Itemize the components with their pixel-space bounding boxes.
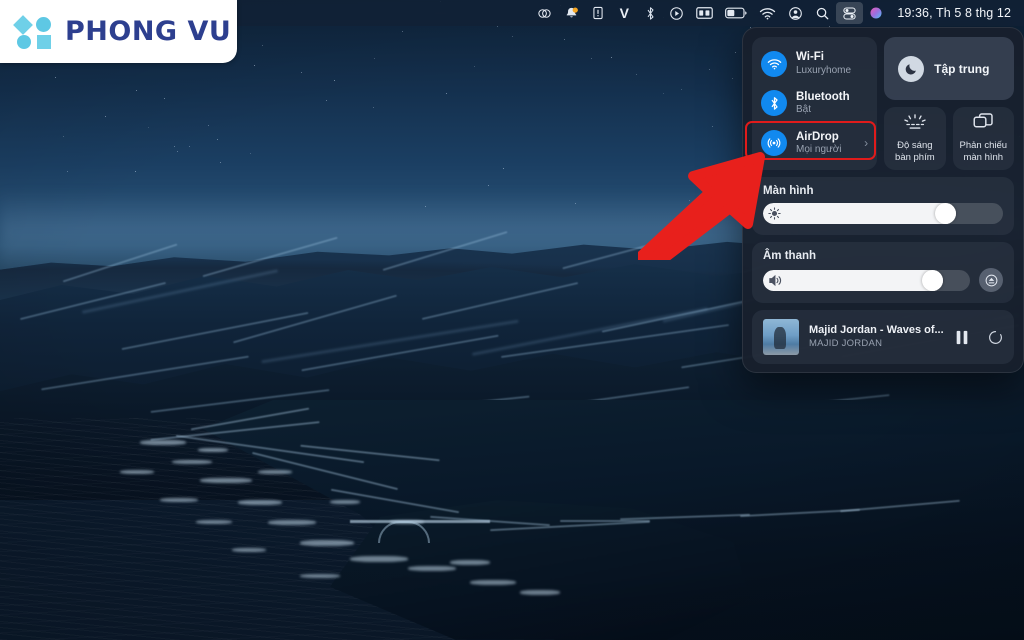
logo-circle-top-shape — [36, 16, 51, 32]
speaker-icon — [768, 274, 783, 287]
connectivity-tile: Wi-Fi Luxuryhome Bluetooth Bật AirDrop M… — [745, 37, 878, 170]
phong-vu-logo-mark — [13, 14, 56, 49]
sound-title: Âm thanh — [763, 250, 817, 262]
display-brightness-fill — [763, 203, 956, 224]
wifi-text: Wi-Fi Luxuryhome — [796, 51, 851, 76]
screen-mirroring-label-line1: Phản chiếu — [959, 140, 1008, 152]
alert-box-icon[interactable] — [585, 2, 611, 24]
keyboard-brightness-label: Độ sáng bàn phím — [895, 140, 935, 163]
brightness-icon — [768, 207, 781, 220]
now-playing-artist: MAJID JORDAN — [809, 337, 883, 349]
siri-icon[interactable] — [863, 2, 889, 24]
bluetooth-icon — [761, 90, 787, 117]
display-brightness-card: Màn hình — [752, 177, 1014, 235]
loading-spinner-icon[interactable] — [988, 330, 1003, 345]
keyboard-brightness-label-line2: bàn phím — [895, 151, 935, 163]
moon-icon — [898, 55, 925, 82]
wifi-icon — [761, 50, 787, 77]
control-center-right-column: Tập trung Độ sáng bàn phím Phản chiếu mà… — [884, 37, 1014, 170]
display-brightness-slider-wrap — [763, 203, 1003, 224]
airdrop-title: AirDrop — [796, 130, 839, 143]
phong-vu-logo-card: PHONG VU — [0, 0, 237, 63]
pause-icon[interactable] — [955, 330, 969, 345]
display-brightness-title: Màn hình — [763, 185, 814, 197]
keyboard-brightness-tile[interactable]: Độ sáng bàn phím — [884, 107, 946, 170]
display-icon[interactable] — [690, 2, 719, 24]
sound-slider-wrap — [763, 268, 1003, 292]
sound-fill — [763, 269, 943, 291]
letter-v-icon[interactable]: V — [611, 2, 637, 24]
sound-card: Âm thanh — [752, 242, 1014, 303]
control-center-panel: Wi-Fi Luxuryhome Bluetooth Bật AirDrop M… — [742, 27, 1024, 373]
keyboard-brightness-icon — [903, 114, 927, 136]
logo-diamond-shape — [13, 14, 33, 35]
wifi-title: Wi-Fi — [796, 51, 824, 64]
sound-slider[interactable] — [763, 269, 970, 291]
screen-mirroring-icon — [973, 113, 994, 136]
wifi-subtitle: Luxuryhome — [796, 64, 852, 76]
phong-vu-logo-text: PHONG VU — [65, 16, 232, 47]
mini-tiles-row: Độ sáng bàn phím Phản chiếu màn hình — [884, 107, 1014, 170]
screen-mirroring-label-line2: màn hình — [963, 152, 1004, 163]
red-pointer-arrow — [638, 152, 765, 260]
wifi-row[interactable]: Wi-Fi Luxuryhome — [752, 48, 877, 80]
keyboard-brightness-label-line1: Độ sáng — [897, 139, 933, 151]
airplay-icon[interactable] — [979, 268, 1003, 292]
bluetooth-subtitle: Bật — [796, 104, 812, 116]
user-account-icon[interactable] — [782, 2, 809, 24]
control-center-icon[interactable] — [836, 2, 864, 24]
chevron-right-icon[interactable]: › — [864, 136, 868, 150]
bluetooth-row[interactable]: Bluetooth Bật — [752, 87, 877, 119]
wifi-icon[interactable] — [753, 2, 782, 24]
album-artwork — [763, 319, 799, 355]
bluetooth-icon[interactable] — [637, 2, 663, 24]
battery-icon[interactable] — [719, 2, 753, 24]
bluetooth-title: Bluetooth — [796, 91, 850, 104]
screen-mirroring-label: Phản chiếu màn hình — [960, 140, 1008, 163]
display-brightness-slider[interactable] — [763, 203, 1003, 224]
bluetooth-text: Bluetooth Bật — [796, 91, 850, 116]
logo-square-shape — [37, 34, 51, 49]
display-brightness-knob[interactable] — [935, 203, 956, 224]
sound-knob[interactable] — [922, 269, 943, 291]
now-playing-card: Majid Jordan - Waves of... MAJID JORDAN — [752, 310, 1014, 364]
airdrop-row[interactable]: AirDrop Mọi người › — [745, 121, 877, 161]
logo-circle-bottom-shape — [17, 34, 31, 49]
play-circle-icon[interactable] — [663, 2, 690, 24]
focus-label: Tập trung — [934, 61, 990, 76]
control-center-top-section: Wi-Fi Luxuryhome Bluetooth Bật AirDrop M… — [745, 37, 1014, 170]
airdrop-text: AirDrop Mọi người — [796, 131, 842, 156]
notification-bell-icon[interactable] — [558, 2, 585, 24]
focus-tile[interactable]: Tập trung — [884, 37, 1014, 100]
menu-bar-clock[interactable]: 19:36, Th 5 8 thg 12 — [889, 6, 1015, 20]
screen-mirroring-tile[interactable]: Phản chiếu màn hình — [952, 107, 1014, 170]
search-icon[interactable] — [809, 2, 836, 24]
airdrop-subtitle: Mọi người — [796, 144, 842, 155]
now-playing-title: Majid Jordan - Waves of... — [809, 324, 944, 337]
now-playing-text: Majid Jordan - Waves of... MAJID JORDAN — [809, 324, 945, 350]
creative-cloud-icon[interactable] — [531, 2, 558, 24]
